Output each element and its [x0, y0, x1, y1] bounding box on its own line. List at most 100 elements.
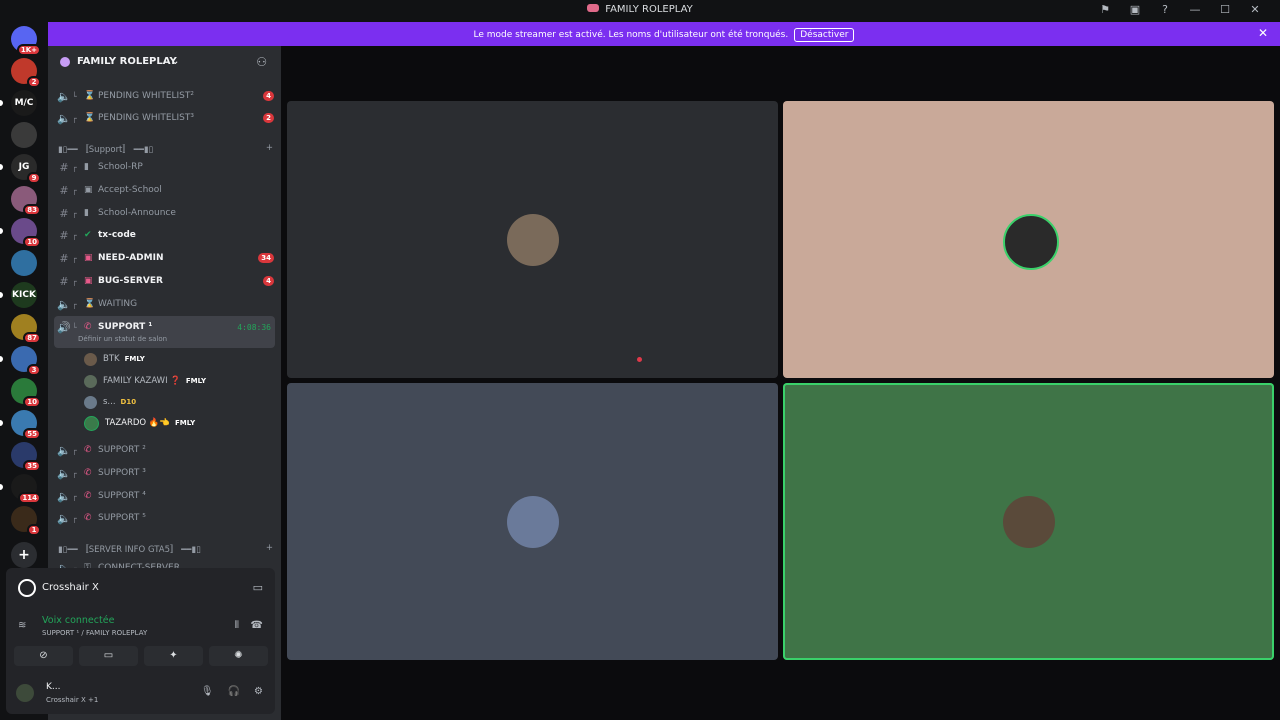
channel-pending-whitelist-2[interactable]: 🔈 └ ⌛ PENDING WHITELIST² 4 — [56, 86, 274, 106]
hourglass-icon: ⌛ — [84, 113, 96, 123]
share-screen-button[interactable]: ▭ — [79, 646, 138, 666]
voice-user-name: BTK — [103, 354, 120, 364]
guild-header[interactable]: FAMILY ROLEPLAY ⌄ ⚇ — [48, 46, 281, 78]
channel-support-1[interactable]: 🔊 └ ✆ SUPPORT ¹ 4:08:36 — [56, 317, 271, 337]
channel-support-1-active[interactable]: 🔊 └ ✆ SUPPORT ¹ 4:08:36 Définir un statut de… — [54, 316, 275, 348]
channel-support-5[interactable]: 🔈 ┌ ✆ SUPPORT ⁵ — [56, 508, 274, 528]
server-icon[interactable]: 83 — [11, 186, 41, 216]
noise-suppression-icon[interactable]: ⦀ — [235, 620, 239, 631]
voice-channel-path[interactable]: SUPPORT ¹ / FAMILY ROLEPLAY — [42, 629, 147, 637]
voice-user-4[interactable]: TAZARDO 🔥👈 FMLY — [84, 414, 195, 432]
invite-icon[interactable]: ⚇ — [256, 55, 267, 69]
video-tile-1[interactable] — [287, 101, 778, 378]
channel-label: SUPPORT ⁴ — [98, 491, 146, 501]
guild-name: FAMILY ROLEPLAY — [77, 56, 177, 67]
server-icon[interactable]: 87 — [11, 314, 41, 344]
disable-streamer-button[interactable]: Désactiver — [794, 28, 855, 42]
screen-icon[interactable]: ▣ — [1120, 3, 1150, 16]
screen-share-icon[interactable]: ▭ — [253, 581, 263, 594]
channel-bug-server[interactable]: # ┌ ▣ BUG-SERVER 4 — [56, 271, 274, 291]
gear-icon[interactable]: ⚙ — [254, 686, 263, 697]
inbox-icon[interactable]: ⚑ — [1090, 3, 1120, 16]
category-server-info[interactable]: ▮▯━━ 〚SERVER INFO GTA5〛 ━━▮▯ + — [58, 543, 273, 555]
server-icon[interactable]: M/C — [11, 90, 37, 116]
voice-user-name: FAMILY KAZAWI ❓ — [103, 376, 181, 386]
channel-school-rp[interactable]: # ┌ ▮ School-RP — [56, 157, 274, 177]
category-label: ▮▯━━ 〚Support〛 ━━▮▯ — [58, 145, 154, 155]
banner-text: Le mode streamer est activé. Les noms d'… — [473, 30, 789, 40]
phone-icon: ✆ — [84, 445, 92, 455]
add-channel-icon[interactable]: + — [266, 143, 273, 155]
category-support[interactable]: ▮▯━━ 〚Support〛 ━━▮▯ + — [58, 143, 273, 155]
channel-support-4[interactable]: 🔈 ┌ ✆ SUPPORT ⁴ — [56, 486, 274, 506]
user-status: Crosshair X +1 — [46, 696, 99, 704]
maximize-button[interactable]: ☐ — [1210, 3, 1240, 16]
disconnect-icon[interactable]: ☎ — [251, 620, 263, 631]
channel-tx-code[interactable]: # ┌ ✔ tx-code — [56, 225, 274, 245]
server-icon[interactable]: KICK — [11, 282, 37, 308]
activity-title: Crosshair X — [42, 582, 99, 593]
help-icon[interactable]: ? — [1150, 3, 1180, 16]
video-tile-3[interactable] — [287, 383, 778, 660]
channel-need-admin[interactable]: # ┌ ▣ NEED-ADMIN 34 — [56, 248, 274, 268]
channel-support-3[interactable]: 🔈 ┌ ✆ SUPPORT ³ — [56, 463, 274, 483]
page-icon: ▮ — [84, 162, 89, 172]
speaker-icon: 🔈 — [57, 111, 71, 125]
channel-accept-school[interactable]: # ┌ ▣ Accept-School — [56, 180, 274, 200]
voice-user-3[interactable]: s... D10 — [84, 393, 136, 411]
avatar[interactable] — [16, 684, 34, 702]
server-icon[interactable]: 55 — [11, 410, 41, 440]
close-window-button[interactable]: ✕ — [1240, 3, 1270, 16]
camera-off-button[interactable]: ⊘ — [14, 646, 73, 666]
signal-icon[interactable]: ≋ — [18, 620, 26, 631]
server-icon[interactable]: 114 — [11, 474, 41, 504]
server-icon[interactable]: 35 — [11, 442, 41, 472]
voice-connected-status[interactable]: Voix connectée — [42, 615, 114, 626]
server-icon[interactable]: 3 — [11, 346, 41, 376]
server-icon[interactable]: 1 — [11, 506, 41, 536]
channel-waiting[interactable]: 🔈 ┌ ⌛ WAITING — [56, 294, 274, 314]
server-tag: FMLY — [175, 419, 196, 427]
title-bar: FAMILY ROLEPLAY ⚑ ▣ ? — ☐ ✕ — [0, 0, 1280, 22]
microphone-icon[interactable]: 🎙 — [201, 686, 214, 697]
voice-user-1[interactable]: BTK FMLY — [84, 350, 145, 368]
add-server-button[interactable]: + — [11, 542, 37, 568]
video-tile-2[interactable] — [783, 101, 1274, 378]
unread-count: 4 — [263, 276, 274, 286]
chevron-down-icon[interactable]: ⌄ — [171, 56, 179, 67]
activities-button[interactable]: ✦ — [144, 646, 203, 666]
headphones-icon[interactable]: 🎧 — [228, 686, 240, 697]
server-icon[interactable]: 10 — [11, 218, 41, 248]
page-icon: ▮ — [84, 208, 89, 218]
close-icon[interactable]: ✕ — [1258, 26, 1268, 40]
username[interactable]: K... — [46, 682, 60, 692]
unread-badge: 1 — [27, 524, 41, 536]
channel-label: SUPPORT ⁵ — [98, 513, 146, 523]
server-icon[interactable]: 2 — [11, 58, 41, 88]
speaker-icon: 🔈 — [57, 466, 71, 480]
video-tile-4[interactable] — [783, 383, 1274, 660]
server-icon[interactable]: JG 9 — [11, 154, 41, 184]
voice-user-name: s... — [103, 397, 116, 407]
server-icon[interactable]: 10 — [11, 378, 41, 408]
add-channel-icon[interactable]: + — [266, 543, 273, 555]
window-title-text: FAMILY ROLEPLAY — [605, 4, 693, 15]
server-icon[interactable] — [11, 122, 37, 148]
soundboard-button[interactable]: ✺ — [209, 646, 268, 666]
channel-label: SUPPORT ³ — [98, 468, 146, 478]
minimize-button[interactable]: — — [1180, 3, 1210, 16]
channel-school-announce[interactable]: # ┌ ▮ School-Announce — [56, 203, 274, 223]
server-icon[interactable] — [11, 250, 37, 276]
channel-status-hint[interactable]: Définir un statut de salon — [78, 335, 167, 343]
voice-user-2[interactable]: FAMILY KAZAWI ❓ FMLY — [84, 372, 206, 390]
channel-support-2[interactable]: 🔈 ┌ ✆ SUPPORT ² — [56, 440, 274, 460]
checkmark-icon: ✔ — [84, 230, 92, 240]
unread-badge: 83 — [23, 204, 41, 216]
red-dot-icon — [637, 357, 642, 362]
unread-pip — [0, 484, 3, 490]
unread-badge: 9 — [27, 172, 41, 184]
channel-pending-whitelist-3[interactable]: 🔈 ┌ ⌛ PENDING WHITELIST³ 2 — [56, 108, 274, 128]
user-panel: Crosshair X ▭ ≋ Voix connectée SUPPORT ¹… — [6, 568, 275, 714]
server-icon[interactable]: 1K+ — [11, 26, 41, 56]
tree-icon: ┌ — [72, 253, 77, 263]
